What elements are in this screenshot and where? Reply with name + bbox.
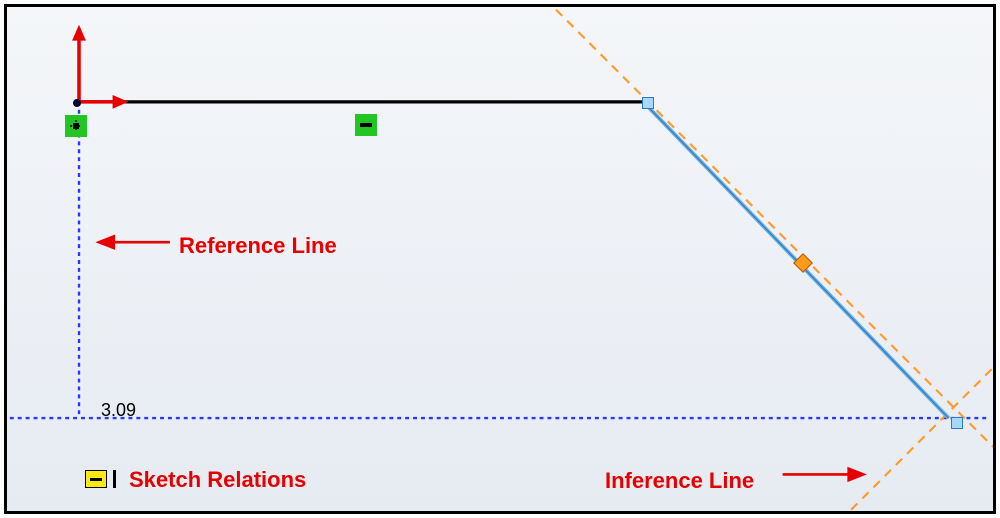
line-endpoint[interactable] (642, 97, 654, 109)
inference-line-45-icon (534, 7, 993, 501)
reference-line-label: Reference Line (179, 233, 337, 259)
origin-point-icon (73, 99, 81, 107)
sketch-relations-label: Sketch Relations (129, 467, 306, 493)
origin-axes-icon (72, 25, 128, 109)
inference-line-neg45-icon (840, 313, 993, 511)
relation-legend-badge-icon (85, 470, 107, 488)
line-endpoint[interactable] (951, 417, 963, 429)
sketch-viewport[interactable]: 3.09 Reference Line Inference Line Sketc… (4, 4, 996, 514)
dimension-preview: 3.09 (101, 400, 136, 421)
relation-horizontal-icon[interactable] (355, 114, 377, 136)
reference-line-arrow-icon (97, 235, 170, 249)
inference-line-label: Inference Line (605, 468, 754, 494)
relation-coincident-origin-icon[interactable] (65, 115, 87, 137)
relation-legend-vertical-icon (113, 470, 116, 488)
sketch-canvas[interactable] (7, 7, 993, 511)
inference-line-arrow-icon (783, 468, 866, 482)
